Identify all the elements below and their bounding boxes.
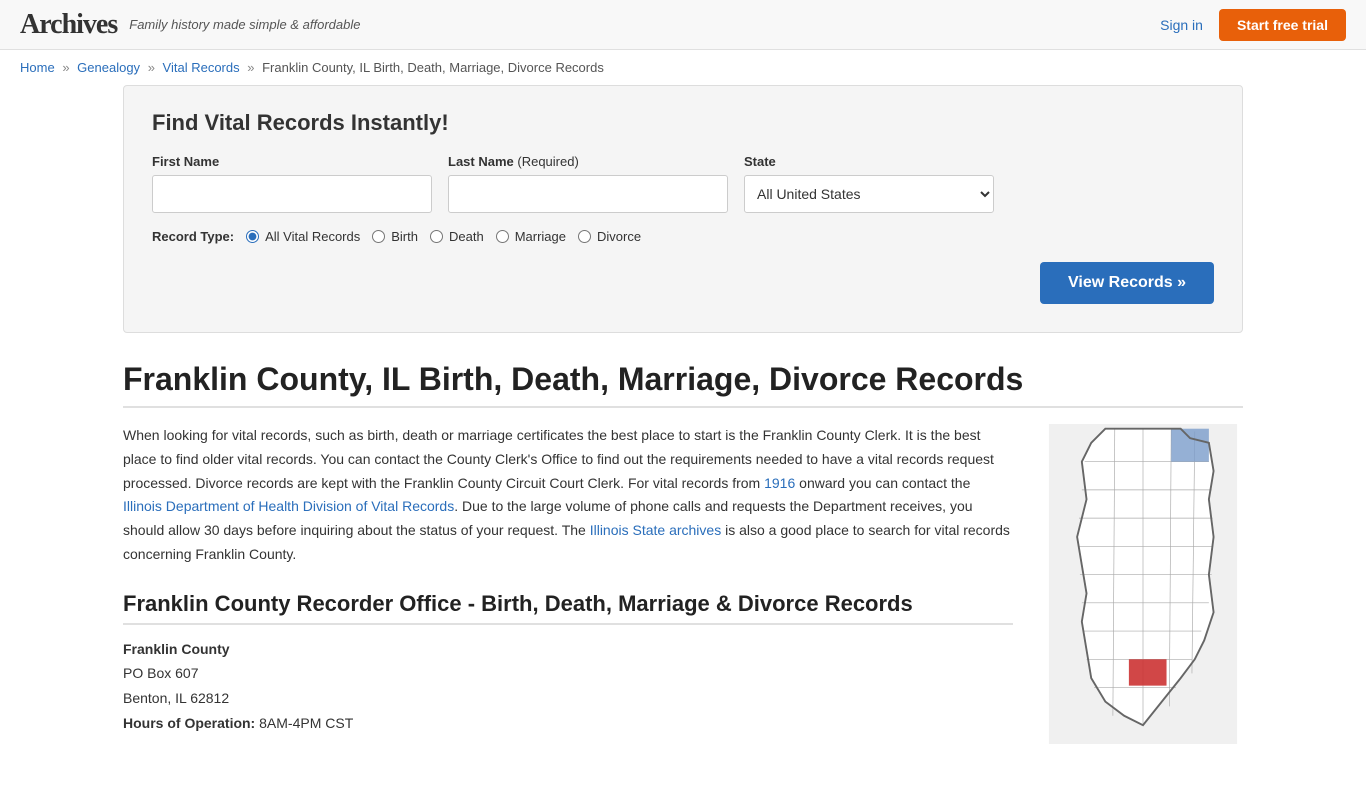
radio-death-input[interactable] [430, 230, 443, 243]
search-fields: First Name Last Name (Required) State Al… [152, 154, 1214, 213]
last-name-field-group: Last Name (Required) [448, 154, 728, 213]
office-address-line1: PO Box 607 [123, 661, 1013, 686]
link-1916[interactable]: 1916 [764, 475, 795, 491]
breadcrumb-sep-3: » [247, 60, 254, 75]
last-name-label: Last Name (Required) [448, 154, 728, 169]
search-btn-row: View Records » [152, 262, 1214, 304]
radio-marriage-input[interactable] [496, 230, 509, 243]
radio-divorce-label: Divorce [597, 229, 641, 244]
breadcrumb-sep-1: » [62, 60, 69, 75]
search-title: Find Vital Records Instantly! [152, 110, 1214, 136]
breadcrumb-current: Franklin County, IL Birth, Death, Marria… [262, 60, 604, 75]
radio-marriage: Marriage [496, 229, 566, 244]
breadcrumb-sep-2: » [148, 60, 155, 75]
record-type-row: Record Type: All Vital Records Birth Dea… [152, 229, 1214, 244]
radio-divorce-input[interactable] [578, 230, 591, 243]
body-paragraph: When looking for vital records, such as … [123, 424, 1013, 567]
page-title: Franklin County, IL Birth, Death, Marria… [123, 361, 1243, 408]
office-name: Franklin County [123, 641, 1013, 657]
link-il-health[interactable]: Illinois Department of Health Division o… [123, 498, 454, 514]
main-content: Find Vital Records Instantly! First Name… [103, 85, 1263, 787]
site-header: Archives Family history made simple & af… [0, 0, 1366, 50]
breadcrumb-genealogy[interactable]: Genealogy [77, 60, 140, 75]
hours-label: Hours of Operation: [123, 715, 255, 731]
office-hours: Hours of Operation: 8AM-4PM CST [123, 711, 1013, 736]
radio-death: Death [430, 229, 484, 244]
state-select[interactable]: All United States Alabama Alaska Illinoi… [744, 175, 994, 213]
site-tagline: Family history made simple & affordable [129, 17, 360, 32]
illinois-map-svg [1043, 424, 1243, 744]
site-logo: Archives [20, 9, 117, 41]
radio-birth-input[interactable] [372, 230, 385, 243]
radio-all-vital-input[interactable] [246, 230, 259, 243]
logo-archives: Archives [20, 9, 117, 40]
state-field-group: State All United States Alabama Alaska I… [744, 154, 994, 213]
radio-all-vital: All Vital Records [246, 229, 360, 244]
first-name-input[interactable] [152, 175, 432, 213]
content-text: When looking for vital records, such as … [123, 424, 1013, 747]
breadcrumb: Home » Genealogy » Vital Records » Frank… [0, 50, 1366, 85]
office-info: Franklin County PO Box 607 Benton, IL 62… [123, 641, 1013, 737]
recorder-section-title: Franklin County Recorder Office - Birth,… [123, 591, 1013, 625]
radio-birth-label: Birth [391, 229, 418, 244]
content-area: When looking for vital records, such as … [123, 424, 1243, 747]
start-trial-button[interactable]: Start free trial [1219, 9, 1346, 41]
illinois-map-container [1043, 424, 1243, 747]
link-il-archives[interactable]: Illinois State archives [590, 522, 722, 538]
header-right: Sign in Start free trial [1160, 9, 1346, 41]
breadcrumb-vital-records[interactable]: Vital Records [163, 60, 240, 75]
last-name-input[interactable] [448, 175, 728, 213]
radio-death-label: Death [449, 229, 484, 244]
header-left: Archives Family history made simple & af… [20, 9, 360, 41]
office-address-line2: Benton, IL 62812 [123, 686, 1013, 711]
breadcrumb-home[interactable]: Home [20, 60, 55, 75]
record-type-label: Record Type: [152, 229, 234, 244]
hours-value: 8AM-4PM CST [259, 715, 353, 731]
radio-birth: Birth [372, 229, 418, 244]
first-name-label: First Name [152, 154, 432, 169]
radio-marriage-label: Marriage [515, 229, 566, 244]
first-name-field-group: First Name [152, 154, 432, 213]
search-box: Find Vital Records Instantly! First Name… [123, 85, 1243, 333]
radio-divorce: Divorce [578, 229, 641, 244]
signin-link[interactable]: Sign in [1160, 17, 1203, 33]
state-label: State [744, 154, 994, 169]
radio-all-vital-label: All Vital Records [265, 229, 360, 244]
view-records-button[interactable]: View Records » [1040, 262, 1214, 304]
